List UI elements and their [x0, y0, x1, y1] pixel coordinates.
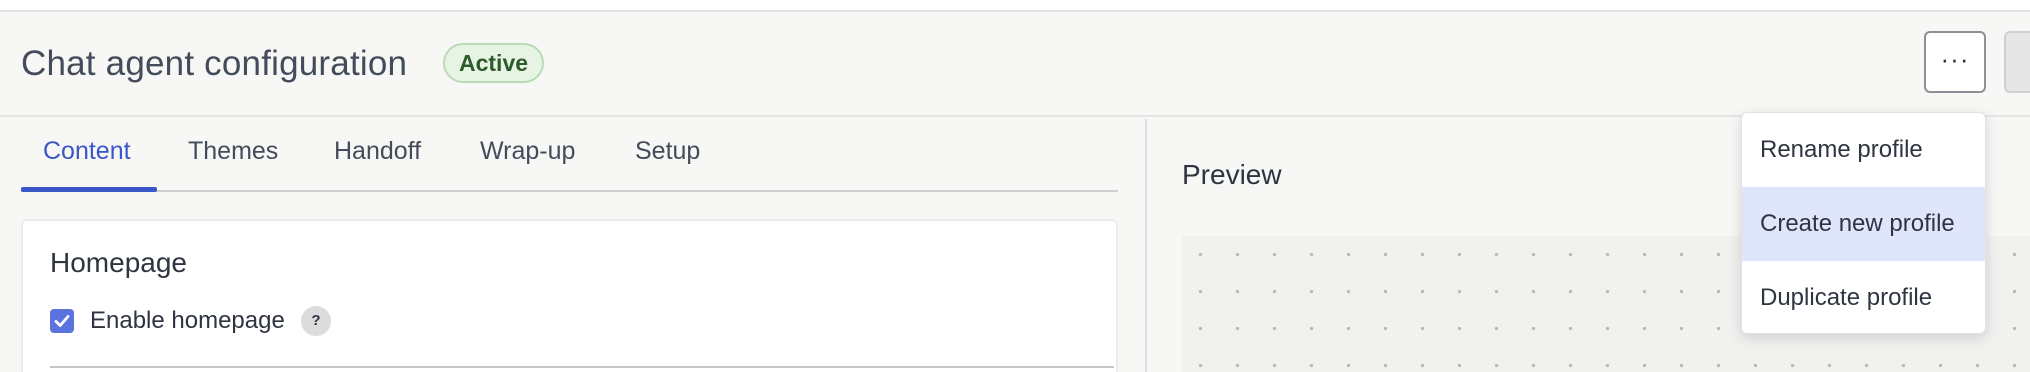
tab-content[interactable]: Content — [43, 137, 131, 166]
menu-item-duplicate-profile[interactable]: Duplicate profile — [1742, 261, 1985, 333]
app-window: Chat agent configuration Active ··· Cont… — [0, 0, 2030, 372]
divider — [50, 366, 1114, 368]
page-header: Chat agent configuration Active ··· — [0, 12, 2030, 117]
enable-homepage-label[interactable]: Enable homepage — [90, 307, 285, 335]
tab-themes[interactable]: Themes — [188, 137, 278, 166]
enable-homepage-checkbox[interactable] — [50, 309, 74, 333]
homepage-heading: Homepage — [50, 247, 187, 278]
tab-wrap-up[interactable]: Wrap-up — [480, 137, 575, 166]
status-badge: Active — [443, 43, 545, 83]
config-panel: Content Themes Handoff Wrap-up Setup Hom… — [0, 119, 1145, 372]
menu-item-rename-profile[interactable]: Rename profile — [1742, 113, 1985, 187]
more-options-button[interactable]: ··· — [1924, 31, 1986, 93]
preview-heading: Preview — [1182, 159, 1282, 190]
more-options-menu: Rename profile Create new profile Duplic… — [1741, 112, 1986, 334]
menu-item-create-new-profile[interactable]: Create new profile — [1742, 187, 1985, 261]
checkmark-icon — [54, 315, 70, 327]
secondary-action-button[interactable] — [2004, 31, 2030, 93]
top-bar — [0, 0, 2030, 12]
homepage-card: Homepage Enable homepage ? — [21, 219, 1118, 372]
help-icon[interactable]: ? — [301, 306, 331, 336]
page-title: Chat agent configuration — [21, 44, 408, 83]
active-tab-indicator — [21, 187, 157, 192]
tab-bar: Content Themes Handoff Wrap-up Setup — [21, 119, 1118, 192]
tab-setup[interactable]: Setup — [635, 137, 700, 166]
tab-handoff[interactable]: Handoff — [334, 137, 421, 166]
